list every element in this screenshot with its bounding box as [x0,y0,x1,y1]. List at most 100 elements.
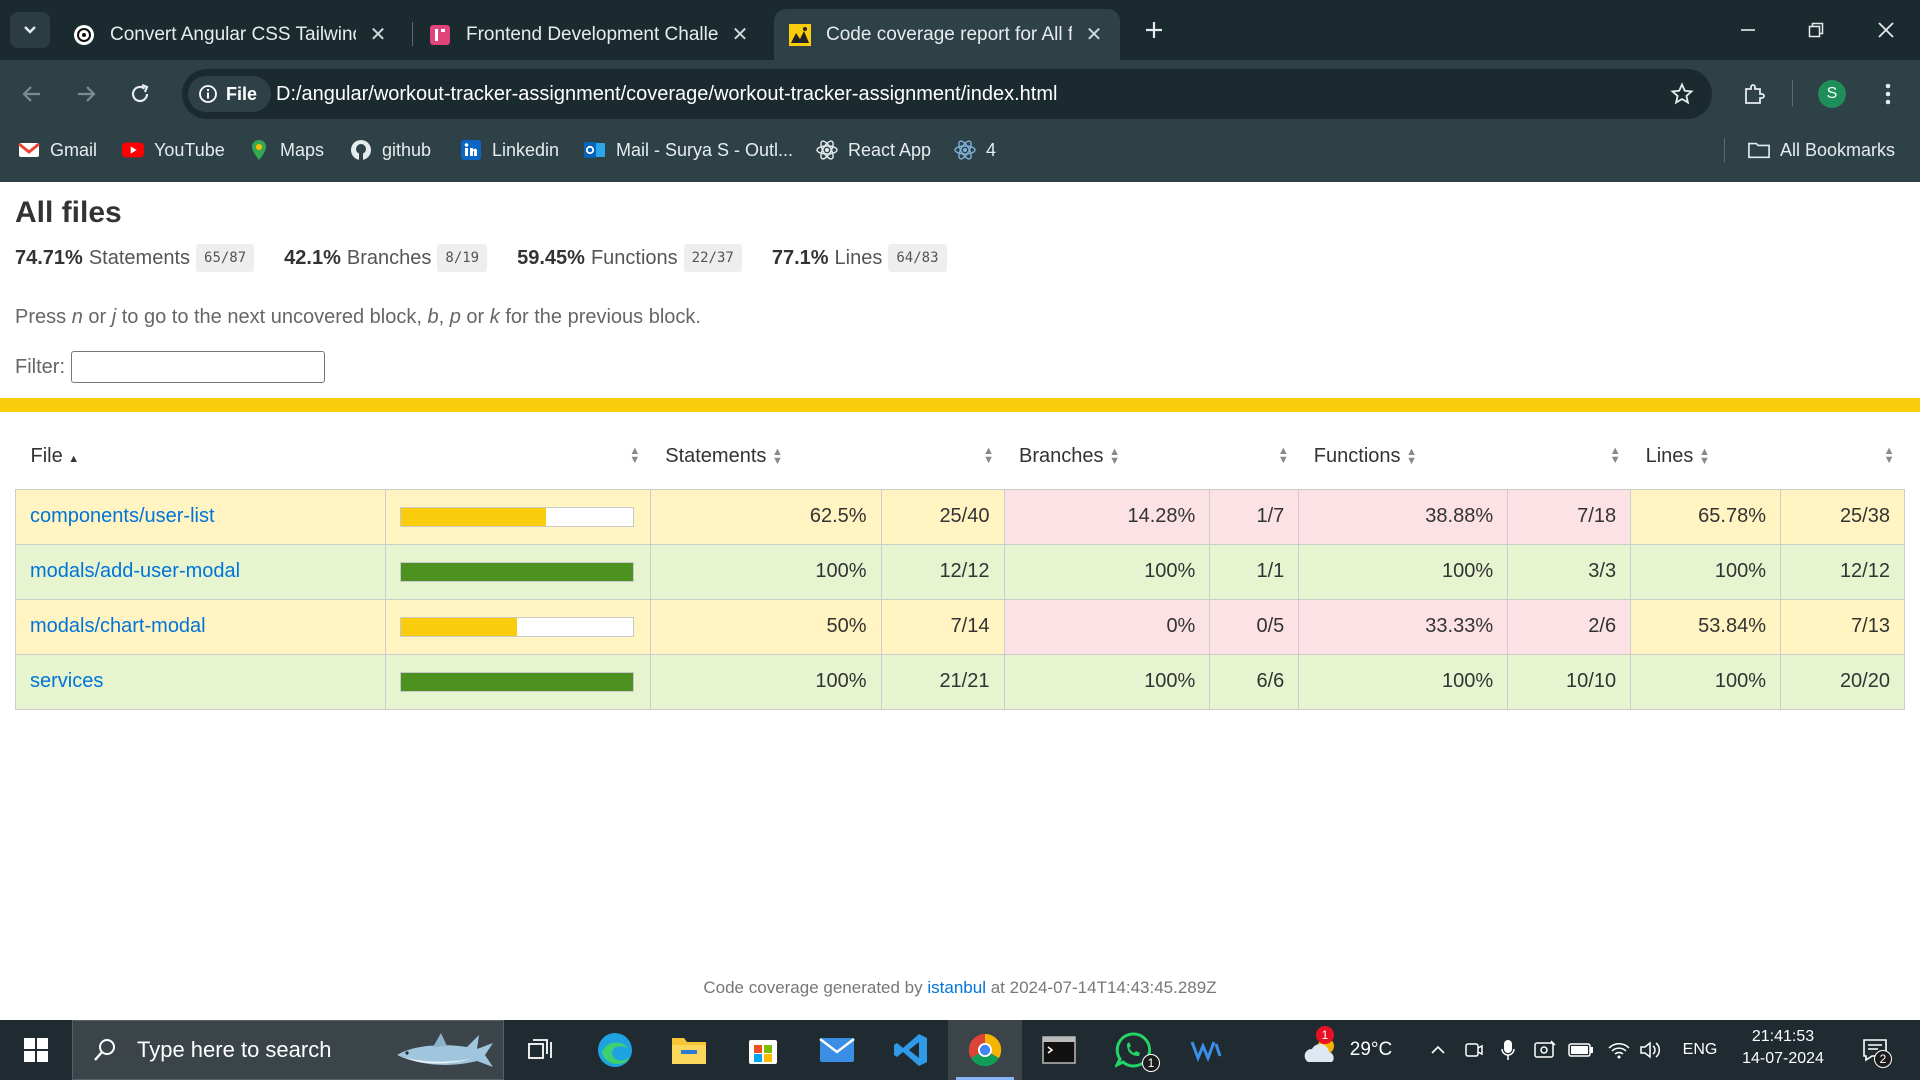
github-icon [350,139,372,161]
taskbar-mail[interactable] [800,1020,874,1080]
all-bookmarks-button[interactable]: All Bookmarks [1748,128,1895,172]
branches-pct: 14.28% [1003,488,1211,545]
file-link[interactable]: modals/chart-modal [30,615,206,637]
close-tab-icon[interactable]: ✕ [728,23,752,47]
statements-pct: 100% [649,653,882,710]
filter-label: Filter: [15,355,65,378]
bookmark-react-app[interactable]: React App [816,128,931,172]
table-row: modals/chart-modal 50% 7/14 0% 0/5 33.33… [15,598,1905,655]
column-header-functions-frac[interactable]: ▲ ▼ [1508,425,1631,489]
istanbul-icon [788,23,812,47]
table-row: services 100% 21/21 100% 6/6 100% 10/10 … [15,653,1905,710]
bookmark-linkedin[interactable]: Linkedin [460,128,559,172]
site-info-chip[interactable]: File [188,76,272,112]
coverage-bar [399,506,634,527]
functions-pct: 100% [1298,543,1509,600]
back-button[interactable] [12,74,52,114]
file-link[interactable]: services [30,670,103,692]
taskbar-ms-store[interactable] [726,1020,800,1080]
taskbar-search[interactable]: Type here to search [72,1020,504,1080]
bookmark-label: YouTube [154,139,225,160]
volume-tray[interactable] [1636,1020,1666,1080]
taskbar-file-explorer[interactable] [652,1020,726,1080]
summary-fraction: 64/83 [888,244,947,272]
column-header-statements[interactable]: Statements ▲ ▼ [650,425,881,489]
tab-coverage-report[interactable]: Code coverage report for All file ✕ [774,9,1120,60]
bookmark-outlook[interactable]: Mail - Surya S - Outl... [584,128,793,172]
taskbar-edge[interactable] [578,1020,652,1080]
taskbar-app-w[interactable] [1170,1020,1244,1080]
menu-button[interactable] [1868,74,1908,114]
taskbar-vscode[interactable] [874,1020,948,1080]
column-header-branches-frac[interactable]: ▲ ▼ [1210,425,1299,489]
input-language[interactable]: ENG [1676,1020,1724,1080]
address-bar[interactable]: File D:/angular/workout-tracker-assignme… [182,69,1712,119]
display-tray[interactable] [1530,1020,1560,1080]
bookmarks-separator [1724,138,1725,162]
meet-now-tray[interactable] [1460,1020,1488,1080]
close-tab-icon[interactable]: ✕ [366,23,390,47]
weather-widget[interactable]: 1 29°C [1292,1020,1402,1080]
column-header-file-bar[interactable]: ▲ ▼ [385,425,650,489]
show-hidden-icons-button[interactable] [1424,1020,1452,1080]
column-header-lines-frac[interactable]: ▲ ▼ [1781,425,1905,489]
task-view-button[interactable] [504,1020,578,1080]
column-header-lines[interactable]: Lines ▲ ▼ [1631,425,1781,489]
start-button[interactable] [0,1020,72,1080]
tab-convert-angular[interactable]: Convert Angular CSS Tailwind ✕ [58,9,404,60]
battery-tray[interactable] [1566,1020,1596,1080]
column-header-functions[interactable]: Functions ▲ ▼ [1299,425,1508,489]
bookmark-maps[interactable]: Maps [248,128,324,172]
summary-percent: 74.71% [15,246,83,269]
notification-center-button[interactable]: 2 [1852,1020,1898,1080]
puzzle-icon [1745,84,1765,104]
istanbul-link[interactable]: istanbul [927,978,986,997]
column-header-branches[interactable]: Branches ▲ ▼ [1004,425,1210,489]
edge-icon [598,1033,632,1067]
system-clock[interactable]: 21:41:53 14-07-2024 [1728,1026,1838,1070]
tab-frontend-challenge[interactable]: Frontend Development Challen ✕ [414,9,766,60]
column-header-file[interactable]: File ▲ [16,425,386,489]
close-window-button[interactable] [1852,0,1920,60]
chevron-up-icon [1431,1045,1445,1054]
forward-button[interactable] [66,74,106,114]
bookmark-youtube[interactable]: YouTube [122,128,225,172]
bookmark-github[interactable]: github [350,128,431,172]
extensions-button[interactable] [1734,74,1774,114]
taskbar-chrome[interactable] [948,1020,1022,1080]
summary-branches: 42.1% Branches 8/19 [284,244,488,272]
minimize-button[interactable] [1714,0,1782,60]
summary-statements: 74.71% Statements 65/87 [15,244,255,272]
tab-search-button[interactable] [10,12,50,48]
bookmark-react-4[interactable]: 4 [954,128,996,172]
wifi-tray[interactable] [1604,1020,1634,1080]
bookmark-star-icon[interactable] [1670,82,1694,111]
reload-button[interactable] [120,74,160,114]
sort-icon: ▲ ▼ [629,445,641,466]
windows-taskbar: Type here to search 1 1 29°C ENG 21:41:5… [0,1020,1920,1080]
file-link[interactable]: modals/add-user-modal [30,560,240,582]
minimize-icon [1741,29,1755,31]
restore-button[interactable] [1782,0,1850,60]
bookmark-label: Linkedin [492,139,560,160]
filter-input[interactable] [71,351,325,383]
new-tab-button[interactable] [1136,12,1172,48]
bookmark-label: All Bookmarks [1780,139,1896,160]
bookmark-label: Mail - Surya S - Outl... [616,139,794,160]
taskbar-terminal[interactable] [1022,1020,1096,1080]
bookmark-gmail[interactable]: Gmail [18,128,97,172]
profile-button[interactable]: S [1812,74,1852,114]
close-tab-icon[interactable]: ✕ [1082,23,1106,47]
file-cell: components/user-list [15,488,386,545]
microphone-tray[interactable] [1494,1020,1522,1080]
statements-pct: 100% [649,543,882,600]
statements-frac: 12/12 [880,543,1005,600]
coverage-bar-fill [400,562,633,581]
whatsapp-unread-badge: 1 [1142,1054,1160,1072]
column-header-statements-frac[interactable]: ▲ ▼ [881,425,1004,489]
weather-alert-badge: 1 [1316,1026,1334,1044]
file-link[interactable]: components/user-list [30,505,215,527]
taskbar-whatsapp[interactable]: 1 [1096,1020,1170,1080]
url-text[interactable]: D:/angular/workout-tracker-assignment/co… [276,69,1057,119]
tab-title: Code coverage report for All file [826,23,1072,45]
